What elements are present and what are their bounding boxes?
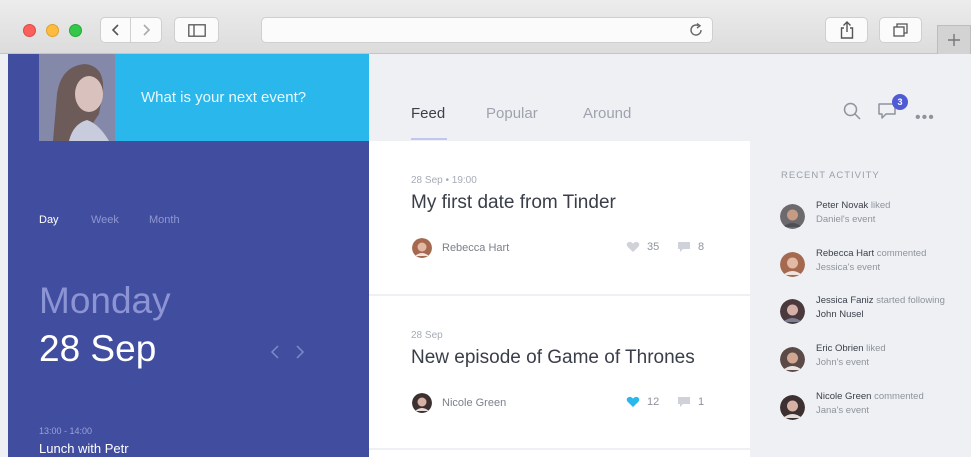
comment-icon (678, 242, 690, 252)
zoom-window-button[interactable] (69, 24, 82, 37)
author-name[interactable]: Rebecca Hart (442, 242, 509, 254)
date-label: 28 Sep (39, 328, 157, 369)
calendar-panel: What is your next event? Day Week Month … (8, 54, 369, 457)
comment-icon (678, 397, 690, 407)
address-bar[interactable] (261, 17, 713, 43)
avatar[interactable] (780, 395, 805, 420)
activity-text: Eric Obrien liked John's event (816, 342, 971, 370)
activity-text: Peter Novak liked Daniel's event (816, 199, 971, 227)
reload-icon[interactable] (688, 22, 704, 38)
period-day[interactable]: Day (39, 214, 59, 226)
comment-count[interactable]: 8 (677, 241, 704, 253)
active-tab-indicator (411, 138, 447, 140)
like-count[interactable]: 12 (626, 396, 659, 408)
activity-object[interactable]: Jessica's event (816, 262, 880, 273)
post-title[interactable]: New episode of Game of Thrones (411, 347, 695, 369)
activity-text: Nicole Green commented Jana's event (816, 390, 971, 418)
comment-count-value: 1 (698, 396, 705, 408)
activity-text: Jessica Faniz started following John Nus… (816, 294, 971, 322)
feed-header: Feed Popular Around 3 ••• (369, 54, 971, 141)
feed-card[interactable] (369, 450, 750, 457)
activity-text: Rebecca Hart commented Jessica's event (816, 247, 971, 275)
woman-portrait-image (39, 54, 115, 141)
post-meta: 28 Sep (411, 330, 443, 341)
sidebar-toggle-button[interactable] (174, 17, 219, 43)
avatar[interactable] (780, 252, 805, 277)
heart-icon (626, 396, 640, 407)
event-title[interactable]: Lunch with Petr (39, 441, 129, 456)
tab-popular[interactable]: Popular (486, 105, 538, 122)
activity-action: commented (874, 391, 924, 402)
feed-list: 28 Sep • 19:00 My first date from Tinder… (369, 141, 750, 457)
activity-user[interactable]: Nicole Green (816, 391, 871, 402)
chevron-right-icon[interactable] (295, 344, 305, 360)
new-event-prompt-text: What is your next event? (141, 89, 307, 106)
share-icon (840, 21, 853, 39)
author-name[interactable]: Nicole Green (442, 397, 506, 409)
period-week[interactable]: Week (91, 214, 119, 226)
activity-action: started following (876, 295, 945, 306)
period-month[interactable]: Month (149, 214, 180, 226)
activity-action: commented (876, 248, 927, 259)
avatar[interactable] (780, 347, 805, 372)
activity-user[interactable]: Jessica Faniz (816, 295, 874, 306)
tab-feed[interactable]: Feed (411, 105, 445, 122)
recent-activity-heading: RECENT ACTIVITY (781, 170, 880, 181)
like-count[interactable]: 35 (626, 241, 659, 253)
notification-badge: 3 (892, 94, 908, 110)
back-button[interactable] (100, 17, 131, 43)
new-tab-button[interactable] (937, 25, 971, 54)
more-options-icon[interactable]: ••• (915, 109, 935, 127)
tabs-icon (892, 23, 908, 37)
activity-object[interactable]: John's event (816, 357, 869, 368)
minimize-window-button[interactable] (46, 24, 59, 37)
activity-user[interactable]: Rebecca Hart (816, 248, 874, 259)
comment-count[interactable]: 1 (677, 396, 704, 408)
event-time: 13:00 - 14:00 (39, 426, 93, 436)
comment-count-value: 8 (698, 241, 705, 253)
recent-activity-panel: RECENT ACTIVITY Peter Novak liked Daniel… (750, 141, 971, 457)
sidebar-icon (187, 23, 206, 37)
chevron-left-icon (111, 24, 119, 36)
activity-object[interactable]: Daniel's event (816, 214, 875, 225)
tab-around[interactable]: Around (583, 105, 631, 122)
search-icon[interactable] (843, 102, 861, 120)
chevron-left-icon[interactable] (270, 344, 280, 360)
avatar[interactable] (780, 204, 805, 229)
browser-toolbar (0, 0, 971, 54)
post-title[interactable]: My first date from Tinder (411, 192, 616, 214)
activity-user[interactable]: Peter Novak (816, 200, 868, 211)
activity-user[interactable]: Eric Obrien (816, 343, 864, 354)
heart-icon (626, 241, 640, 252)
show-tabs-button[interactable] (879, 17, 922, 43)
close-window-button[interactable] (23, 24, 36, 37)
avatar[interactable] (780, 299, 805, 324)
day-name: Monday (39, 280, 171, 321)
activity-object[interactable]: Jana's event (816, 405, 869, 416)
share-button[interactable] (825, 17, 868, 43)
activity-action: liked (870, 200, 891, 211)
new-event-prompt[interactable]: What is your next event? (115, 54, 369, 141)
activity-action: liked (866, 343, 886, 354)
feed-card[interactable]: 28 Sep New episode of Game of Thrones Ni… (369, 296, 750, 448)
like-count-value: 35 (647, 241, 660, 253)
author-avatar[interactable] (412, 238, 432, 258)
plus-icon (948, 34, 960, 46)
post-meta: 28 Sep • 19:00 (411, 175, 477, 186)
profile-photo[interactable] (39, 54, 115, 141)
forward-button[interactable] (131, 17, 162, 43)
activity-object[interactable]: John Nusel (816, 309, 864, 320)
feed-card[interactable]: 28 Sep • 19:00 My first date from Tinder… (369, 141, 750, 294)
chevron-right-icon (143, 24, 151, 36)
author-avatar[interactable] (412, 393, 432, 413)
like-count-value: 12 (647, 396, 660, 408)
